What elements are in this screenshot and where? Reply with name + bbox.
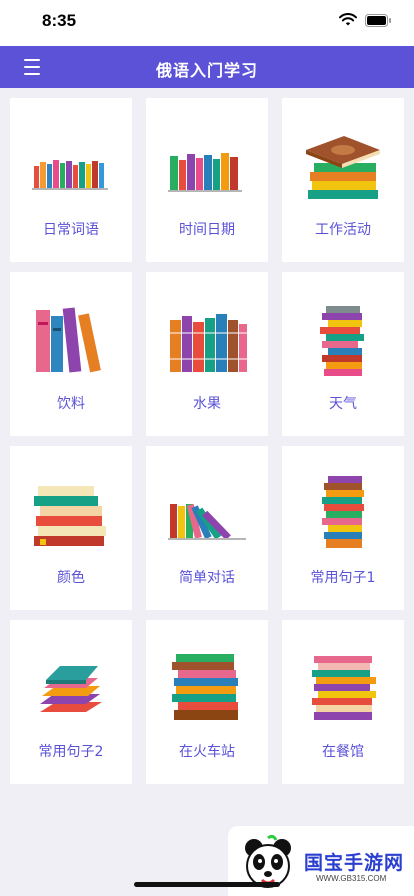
category-label: 日常词语 (43, 222, 99, 238)
book-tower-pastel-icon (312, 656, 376, 720)
category-card-drinks[interactable]: 饮料 (10, 272, 132, 436)
status-time: 8:35 (42, 11, 77, 30)
category-label: 在火车站 (179, 744, 235, 760)
watermark-url: WWW.GB315.COM (316, 874, 387, 883)
category-label: 天气 (329, 396, 357, 412)
category-label: 常用句子1 (310, 570, 376, 586)
category-card-restaurant[interactable]: 在餐馆 (282, 620, 404, 784)
page-title: 俄语入门学习 (155, 61, 258, 80)
category-label: 简单对话 (179, 570, 235, 586)
category-label: 常用句子2 (38, 744, 104, 760)
book-stack-tall-icon (172, 654, 238, 720)
leaning-books-icon (168, 504, 246, 541)
category-label: 水果 (193, 396, 221, 412)
wifi-icon (339, 13, 357, 26)
book-tower-tall-icon (322, 476, 364, 548)
book-stack-with-bookmark-icon (34, 486, 106, 546)
category-label: 时间日期 (179, 222, 235, 238)
category-card-fruit[interactable]: 水果 (146, 272, 268, 436)
category-label: 颜色 (57, 570, 85, 586)
status-icons (339, 13, 392, 27)
book-tower-icon (320, 306, 364, 376)
battery-icon (365, 13, 391, 27)
watermark-brand: 国宝手游网 (304, 852, 405, 874)
book-row-thin-icon (32, 160, 108, 190)
category-label: 饮料 (57, 396, 85, 412)
category-card-train-station[interactable]: 在火车站 (146, 620, 268, 784)
status-bar: 8:35 (0, 0, 414, 46)
home-indicator[interactable] (134, 882, 280, 887)
book-stack-icon (306, 136, 380, 199)
category-grid: 日常词语 时间日期 工作活动 饮料 水果 天气 颜色 简单对话 常用句子1 常用… (10, 98, 404, 784)
book-row-thick-icon (170, 314, 247, 372)
category-card-daily-words[interactable]: 日常词语 (10, 98, 132, 262)
category-card-work-activities[interactable]: 工作活动 (282, 98, 404, 262)
category-card-phrases-1[interactable]: 常用句子1 (282, 446, 404, 610)
nav-bar: 俄语入门学习 (0, 46, 414, 88)
category-label: 工作活动 (315, 222, 371, 238)
category-card-weather[interactable]: 天气 (282, 272, 404, 436)
category-card-time-date[interactable]: 时间日期 (146, 98, 268, 262)
tall-books-icon (36, 307, 101, 373)
small-book-stack-icon (40, 666, 102, 712)
category-card-colors[interactable]: 颜色 (10, 446, 132, 610)
category-label: 在餐馆 (322, 744, 364, 760)
category-card-simple-dialogue[interactable]: 简单对话 (146, 446, 268, 610)
category-card-phrases-2[interactable]: 常用句子2 (10, 620, 132, 784)
book-row-icon (168, 153, 242, 192)
